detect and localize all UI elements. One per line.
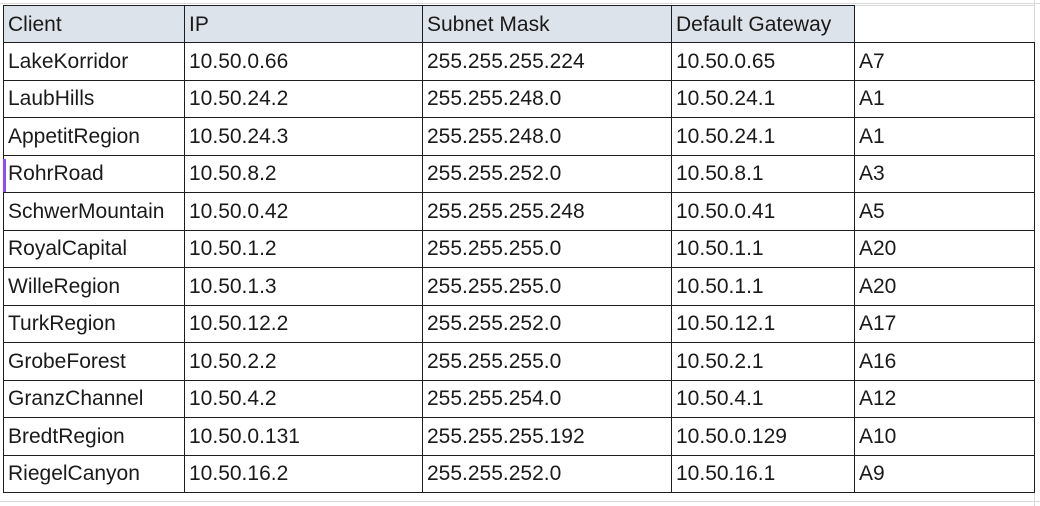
cell-subnet-mask[interactable]: 255.255.255.0 — [422, 229, 672, 268]
cell-default-gateway[interactable]: 10.50.0.41 — [671, 192, 855, 231]
cell-code[interactable]: A20 — [854, 267, 1035, 306]
gridline — [0, 3, 1040, 4]
cell-client[interactable]: RohrRoad — [3, 154, 185, 193]
cell-subnet-mask[interactable]: 255.255.248.0 — [422, 117, 672, 156]
table-row: GranzChannel 10.50.4.2 255.255.254.0 10.… — [3, 379, 1035, 418]
cell-code[interactable]: A20 — [854, 229, 1035, 268]
cell-client[interactable]: WilleRegion — [3, 267, 185, 306]
table-row: LakeKorridor 10.50.0.66 255.255.255.224 … — [3, 42, 1035, 81]
cell-default-gateway[interactable]: 10.50.24.1 — [671, 79, 855, 118]
cell-client[interactable]: SchwerMountain — [3, 192, 185, 231]
table-row: RiegelCanyon 10.50.16.2 255.255.252.0 10… — [3, 454, 1035, 493]
cell-ip[interactable]: 10.50.0.66 — [184, 42, 423, 81]
cell-code[interactable]: A3 — [854, 154, 1035, 193]
table-row: WilleRegion 10.50.1.3 255.255.255.0 10.5… — [3, 267, 1035, 306]
spreadsheet-sheet: Client IP Subnet Mask Default Gateway La… — [0, 0, 1040, 506]
cell-subnet-mask[interactable]: 255.255.252.0 — [422, 154, 672, 193]
cell-subnet-mask[interactable]: 255.255.254.0 — [422, 379, 672, 418]
cell-client[interactable]: LakeKorridor — [3, 42, 185, 81]
cell-ip[interactable]: 10.50.8.2 — [184, 154, 423, 193]
column-header-subnet-mask[interactable]: Subnet Mask — [422, 5, 672, 43]
cell-client[interactable]: RoyalCapital — [3, 229, 185, 268]
cell-ip[interactable]: 10.50.0.42 — [184, 192, 423, 231]
cell-code[interactable]: A16 — [854, 342, 1035, 381]
cell-code[interactable]: A1 — [854, 79, 1035, 118]
cell-default-gateway[interactable]: 10.50.12.1 — [671, 304, 855, 343]
column-header-client[interactable]: Client — [3, 5, 185, 43]
row-selection-marker — [3, 159, 6, 192]
cell-code[interactable]: A5 — [854, 192, 1035, 231]
cell-ip[interactable]: 10.50.2.2 — [184, 342, 423, 381]
cell-default-gateway[interactable]: 10.50.0.129 — [671, 417, 855, 456]
cell-ip[interactable]: 10.50.24.2 — [184, 79, 423, 118]
cell-code[interactable]: A7 — [854, 42, 1035, 81]
cell-default-gateway[interactable]: 10.50.4.1 — [671, 379, 855, 418]
cell-code[interactable]: A9 — [854, 454, 1035, 493]
cell-default-gateway[interactable]: 10.50.0.65 — [671, 42, 855, 81]
client-network-table: Client IP Subnet Mask Default Gateway La… — [3, 5, 1035, 493]
column-header-default-gateway[interactable]: Default Gateway — [671, 5, 855, 43]
cell-default-gateway[interactable]: 10.50.16.1 — [671, 454, 855, 493]
table-row: LaubHills 10.50.24.2 255.255.248.0 10.50… — [3, 79, 1035, 118]
cell-subnet-mask[interactable]: 255.255.255.248 — [422, 192, 672, 231]
cell-ip[interactable]: 10.50.12.2 — [184, 304, 423, 343]
cell-subnet-mask[interactable]: 255.255.252.0 — [422, 304, 672, 343]
cell-subnet-mask[interactable]: 255.255.248.0 — [422, 79, 672, 118]
cell-client[interactable]: TurkRegion — [3, 304, 185, 343]
cell-default-gateway[interactable]: 10.50.8.1 — [671, 154, 855, 193]
cell-default-gateway[interactable]: 10.50.2.1 — [671, 342, 855, 381]
cell-subnet-mask[interactable]: 255.255.255.0 — [422, 267, 672, 306]
table-row: GrobeForest 10.50.2.2 255.255.255.0 10.5… — [3, 342, 1035, 381]
header-row: Client IP Subnet Mask Default Gateway — [3, 5, 1035, 43]
table-row: RoyalCapital 10.50.1.2 255.255.255.0 10.… — [3, 229, 1035, 268]
cell-ip[interactable]: 10.50.4.2 — [184, 379, 423, 418]
table-row: TurkRegion 10.50.12.2 255.255.252.0 10.5… — [3, 304, 1035, 343]
cell-code[interactable]: A17 — [854, 304, 1035, 343]
cell-default-gateway[interactable]: 10.50.1.1 — [671, 267, 855, 306]
cell-ip[interactable]: 10.50.1.2 — [184, 229, 423, 268]
cell-subnet-mask[interactable]: 255.255.255.224 — [422, 42, 672, 81]
cell-ip[interactable]: 10.50.0.131 — [184, 417, 423, 456]
cell-code[interactable]: A10 — [854, 417, 1035, 456]
cell-client[interactable]: BredtRegion — [3, 417, 185, 456]
cell-ip[interactable]: 10.50.1.3 — [184, 267, 423, 306]
column-header-empty[interactable] — [854, 5, 1035, 43]
cell-subnet-mask[interactable]: 255.255.255.192 — [422, 417, 672, 456]
cell-client[interactable]: LaubHills — [3, 79, 185, 118]
cell-client[interactable]: RiegelCanyon — [3, 454, 185, 493]
cell-code[interactable]: A1 — [854, 117, 1035, 156]
cell-ip[interactable]: 10.50.16.2 — [184, 454, 423, 493]
table-row: BredtRegion 10.50.0.131 255.255.255.192 … — [3, 417, 1035, 456]
cell-client[interactable]: AppetitRegion — [3, 117, 185, 156]
cell-ip[interactable]: 10.50.24.3 — [184, 117, 423, 156]
cell-client[interactable]: GrobeForest — [3, 342, 185, 381]
cell-subnet-mask[interactable]: 255.255.255.0 — [422, 342, 672, 381]
column-header-ip[interactable]: IP — [184, 5, 423, 43]
cell-code[interactable]: A12 — [854, 379, 1035, 418]
cell-client[interactable]: GranzChannel — [3, 379, 185, 418]
table-row: RohrRoad 10.50.8.2 255.255.252.0 10.50.8… — [3, 154, 1035, 193]
gridline — [0, 501, 1040, 502]
table-row: SchwerMountain 10.50.0.42 255.255.255.24… — [3, 192, 1035, 231]
table-row: AppetitRegion 10.50.24.3 255.255.248.0 1… — [3, 117, 1035, 156]
cell-default-gateway[interactable]: 10.50.24.1 — [671, 117, 855, 156]
cell-default-gateway[interactable]: 10.50.1.1 — [671, 229, 855, 268]
cell-subnet-mask[interactable]: 255.255.252.0 — [422, 454, 672, 493]
